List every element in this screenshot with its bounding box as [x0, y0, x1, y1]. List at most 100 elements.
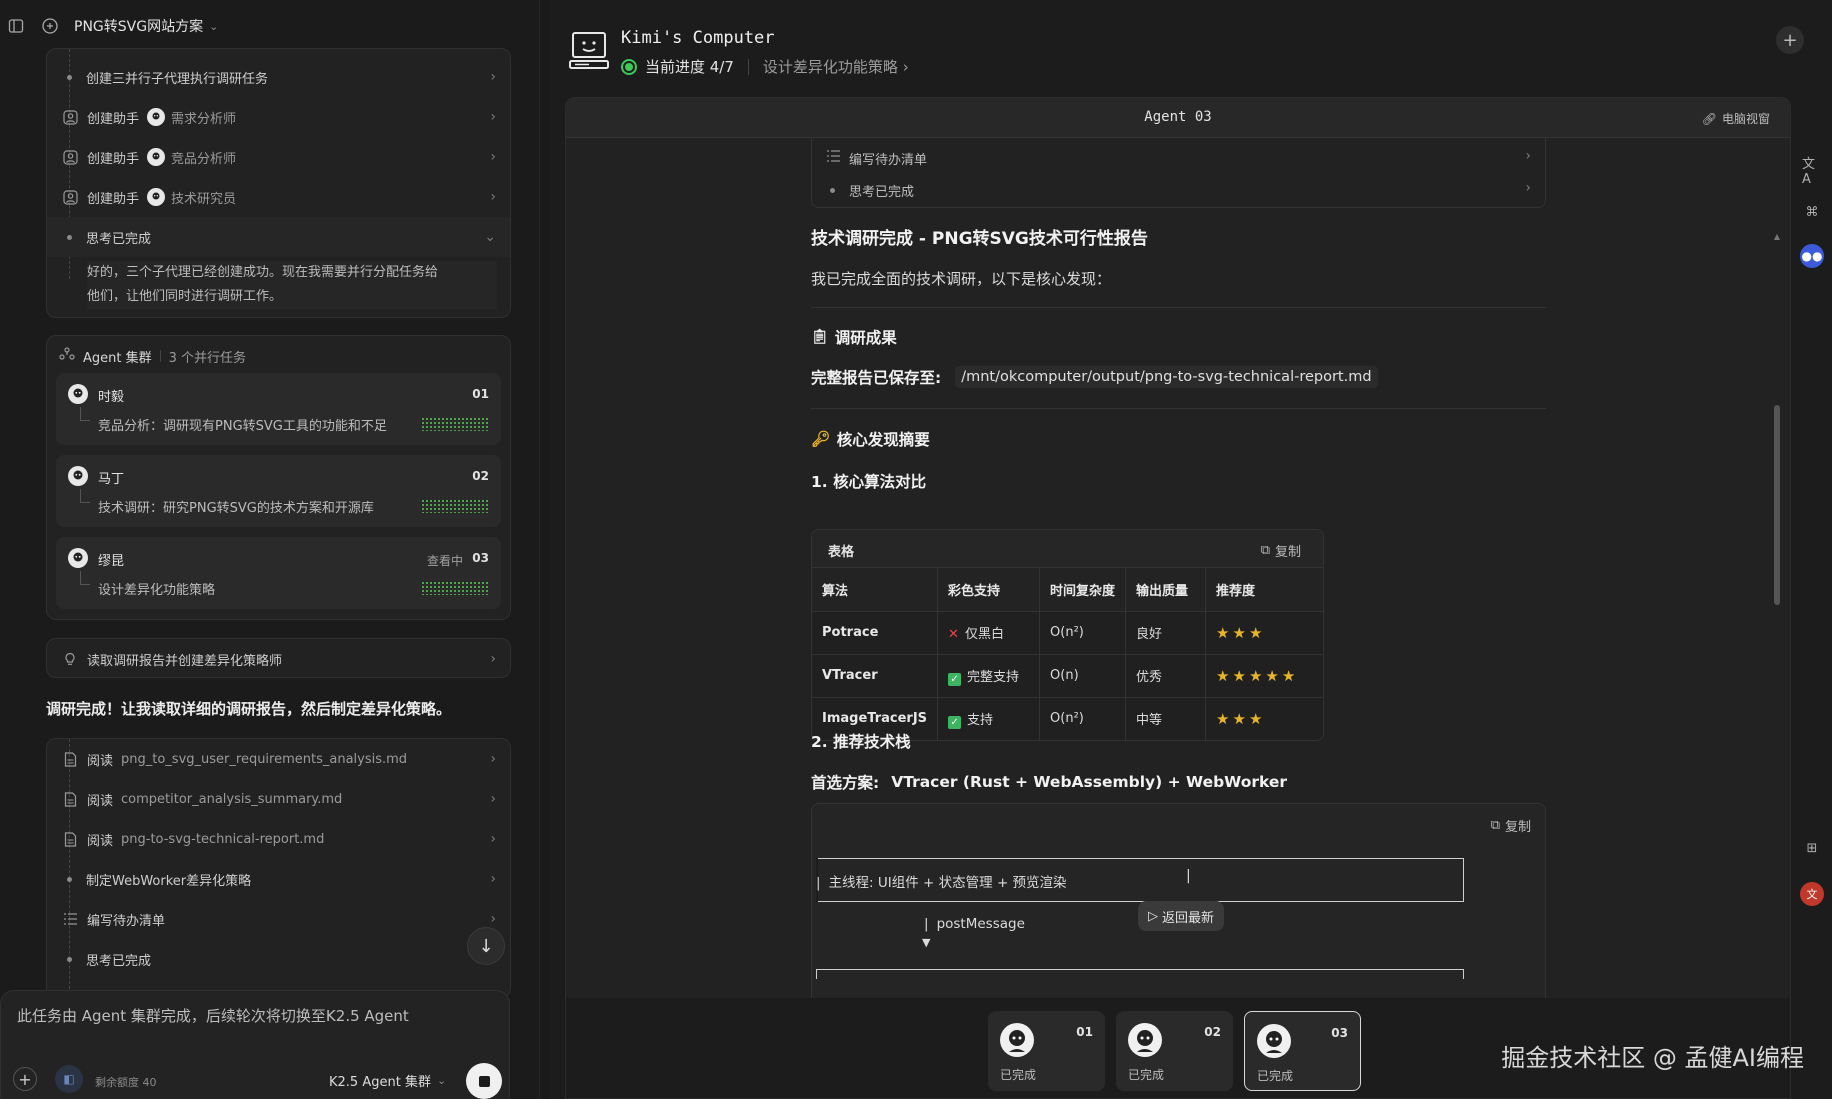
table: 算法 彩色支持 时间复杂度 输出质量 推荐度 Potrace ✕ 仅黑白 O(n²…: [812, 568, 1323, 740]
check-icon: ✓: [948, 672, 962, 686]
arrow-down-icon: ▼: [922, 936, 931, 949]
chevron-right-icon: ›: [490, 831, 496, 847]
sidebar-toggle-icon[interactable]: [6, 16, 26, 36]
chevron-down-icon: ⌄: [436, 1074, 447, 1087]
star-icon: ★: [1216, 623, 1230, 642]
translate-icon[interactable]: 文A: [1802, 157, 1822, 187]
chevron-right-icon: ›: [490, 651, 496, 667]
table-header-row: 算法 彩色支持 时间复杂度 输出质量 推荐度: [812, 568, 1323, 612]
read-row[interactable]: 阅读 png_to_svg_user_requirements_analysis…: [47, 739, 510, 779]
agent-viewer: Agent 03 🔗︎ 电脑视窗 编写待办清单 › 思考已完成 › 技术调研完成…: [565, 97, 1791, 1099]
code-line: | 主线程: UI组件 + 状态管理 + 预览渲染: [816, 875, 1067, 891]
viewer-title: Agent 03: [1144, 109, 1212, 125]
create-assistant-row[interactable]: 创建助手 技术研究员 ›: [47, 177, 510, 217]
plus-icon: +: [1782, 29, 1798, 51]
project-title-dropdown[interactable]: PNG转SVG网站方案 ⌄: [74, 16, 218, 36]
read-row[interactable]: 阅读 png-to-svg-technical-report.md ›: [47, 819, 510, 859]
doc-steps-card: 编写待办清单 › 思考已完成 ›: [811, 138, 1546, 208]
todo-row[interactable]: 编写待办清单 ›: [47, 899, 510, 939]
chat-input-box[interactable]: 此任务由 Agent 集群完成，后续轮次将切换至K2.5 Agent + ◧ 剩…: [0, 990, 510, 1099]
stop-button[interactable]: [466, 1063, 502, 1099]
report-title: 技术调研完成 - PNG转SVG技术可行性报告: [811, 229, 1148, 249]
progress-indicator: 当前进度 4/7 设计差异化功能策略 ›: [621, 56, 909, 77]
progress-grid-icon: [421, 499, 489, 513]
assistant-bot-icon[interactable]: ●●: [1800, 244, 1824, 268]
chevron-right-icon: ›: [490, 871, 496, 887]
scroll-down-button[interactable]: ↓: [467, 927, 505, 965]
report-path[interactable]: /mnt/okcomputer/output/png-to-svg-techni…: [955, 366, 1378, 388]
agent-item[interactable]: 缪昆 查看中 03 设计差异化功能策略: [56, 537, 501, 609]
bullet-icon: [67, 956, 72, 962]
table-row: Potrace ✕ 仅黑白 O(n²) 良好 ★ ★ ★: [812, 611, 1323, 655]
star-icon: ★: [1265, 666, 1279, 685]
chat-panel: PNG转SVG网站方案 ⌄ 创建三并行子代理执行调研任务 › 创建助手 需求分析…: [0, 0, 540, 1099]
star-rating: ★ ★ ★ ★ ★: [1205, 654, 1323, 698]
scrollbar[interactable]: ▲ ▼: [1774, 232, 1780, 1098]
star-icon: ★: [1216, 709, 1230, 728]
back-to-latest-button[interactable]: ▷ 返回最新: [1138, 901, 1225, 931]
sub-heading-1: 1. 核心算法对比: [811, 473, 927, 491]
input-notice: 此任务由 Agent 集群完成，后续轮次将切换至K2.5 Agent: [17, 1007, 409, 1025]
star-icon: ★: [1232, 623, 1246, 642]
star-icon: ★: [1281, 666, 1296, 685]
current-step[interactable]: 设计差异化功能策略 ›: [763, 56, 909, 77]
star-icon: ★: [1232, 666, 1246, 685]
star-icon: ★: [1216, 666, 1230, 685]
chevron-right-icon: ›: [490, 791, 496, 807]
agent-item[interactable]: 马丁 02 技术调研：研究PNG转SVG的技术方案和开源库: [56, 455, 501, 527]
bullet-icon: [67, 74, 72, 80]
apps-icon[interactable]: ⌘: [1802, 202, 1822, 222]
swarm-header: Agent 集群 3 个并行任务: [59, 346, 246, 366]
step-row[interactable]: 创建三并行子代理执行调研任务 ›: [47, 57, 510, 97]
assistant-message: 调研完成！让我读取详细的调研报告，然后制定差异化策略。: [46, 700, 452, 718]
bullet-icon: [830, 187, 835, 193]
model-selector[interactable]: K2.5 Agent 集群 ⌄: [329, 1071, 446, 1090]
thinking-done-row[interactable]: 思考已完成: [47, 939, 510, 979]
code-line: | postMessage: [924, 916, 1025, 932]
computer-view-link[interactable]: 🔗︎ 电脑视窗: [1702, 110, 1770, 127]
read-steps-card: 阅读 png_to_svg_user_requirements_analysis…: [46, 738, 511, 999]
scrollbar-thumb[interactable]: [1774, 405, 1780, 605]
agent-tab-01[interactable]: 01 已完成: [988, 1011, 1105, 1091]
report-intro: 我已完成全面的技术调研，以下是核心发现：: [811, 270, 1112, 288]
avatar: [68, 466, 88, 486]
avatar: [1257, 1024, 1291, 1058]
star-icon: ★: [1248, 623, 1263, 642]
avatar: [147, 188, 166, 206]
progress-grid-icon: [421, 581, 489, 595]
new-chat-icon[interactable]: [40, 16, 60, 36]
clipboard-icon: 📋︎: [811, 329, 829, 345]
create-assistant-row[interactable]: 创建助手 需求分析师 ›: [47, 97, 510, 137]
read-row[interactable]: 阅读 competitor_analysis_summary.md ›: [47, 779, 510, 819]
read-report-card[interactable]: 读取调研报告并创建差异化策略师 ›: [46, 638, 511, 678]
add-attachment-button[interactable]: +: [13, 1067, 37, 1091]
thinking-done-row[interactable]: 思考已完成: [826, 170, 914, 210]
grid-add-icon[interactable]: ⊞: [1802, 838, 1822, 858]
key-icon: 🔑︎: [811, 430, 831, 448]
chevron-right-icon: ›: [490, 911, 496, 927]
computer-icon: [569, 30, 611, 72]
translate-badge-icon[interactable]: 文: [1800, 882, 1824, 906]
check-icon: ✓: [948, 715, 962, 729]
agent-tab-03[interactable]: 03 已完成: [1244, 1011, 1361, 1091]
user-box-icon: [61, 188, 79, 206]
add-button[interactable]: +: [1776, 26, 1804, 54]
checklist-icon: [826, 149, 841, 167]
chevron-down-icon: ⌄: [484, 229, 496, 245]
agent-item[interactable]: 时毅 01 竞品分析：调研现有PNG转SVG工具的功能和不足: [56, 373, 501, 445]
status-dot-icon: [621, 58, 637, 75]
quota-icon: ◧: [55, 1065, 83, 1093]
plus-icon: +: [18, 1069, 32, 1089]
document-icon: [61, 790, 79, 808]
copy-icon: ⧉: [1490, 818, 1500, 833]
bullet-icon: [67, 876, 72, 882]
agent-tab-02[interactable]: 02 已完成: [1116, 1011, 1233, 1091]
quota-text: 剩余额度 40: [95, 1076, 157, 1089]
copy-button[interactable]: ⧉ 复制: [1261, 541, 1301, 560]
chevron-right-icon: ›: [490, 189, 496, 205]
thinking-done-row[interactable]: 思考已完成 ⌄: [47, 217, 510, 257]
create-assistant-row[interactable]: 创建助手 竞品分析师 ›: [47, 137, 510, 177]
copy-button[interactable]: ⧉ 复制: [1491, 816, 1531, 835]
strategy-row[interactable]: 制定WebWorker差异化策略 ›: [47, 859, 510, 899]
user-box-icon: [61, 148, 79, 166]
